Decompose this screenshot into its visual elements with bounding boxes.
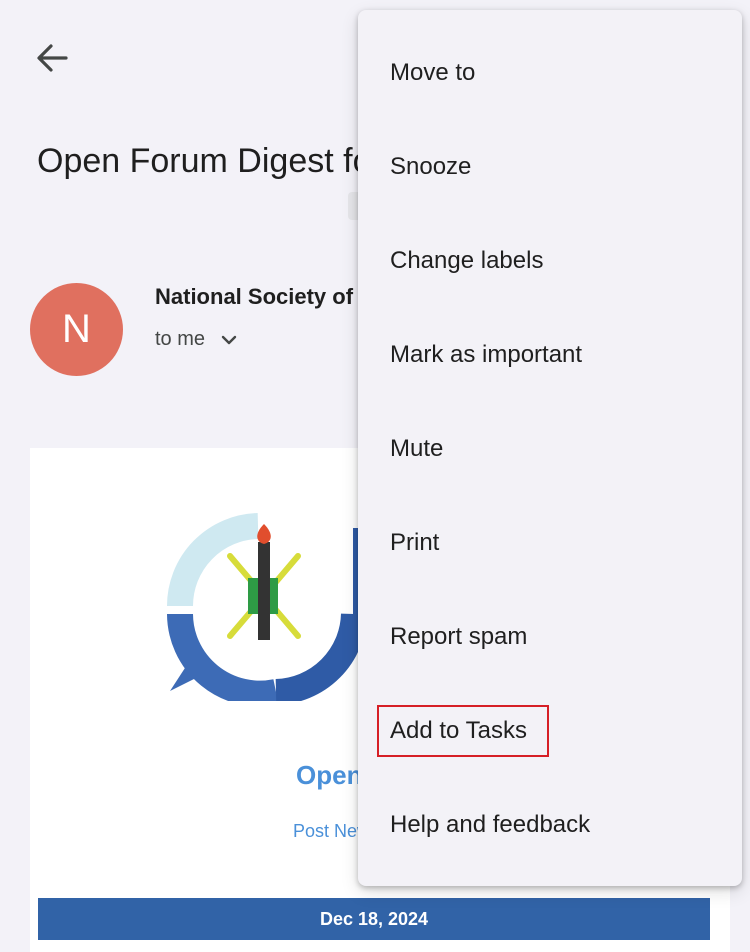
add-to-tasks-highlight	[377, 705, 549, 757]
menu-item-print[interactable]: Print	[358, 496, 742, 590]
menu-item-change-labels[interactable]: Change labels	[358, 214, 742, 308]
menu-item-report-spam[interactable]: Report spam	[358, 590, 742, 684]
nsbe-logo	[167, 513, 388, 701]
recipient-toggle[interactable]: to me	[155, 328, 239, 351]
arrow-left-icon	[37, 44, 68, 72]
menu-item-help-feedback[interactable]: Help and feedback	[358, 778, 742, 872]
chevron-down-icon	[221, 335, 237, 344]
recipient-label: to me	[155, 328, 206, 350]
menu-item-snooze[interactable]: Snooze	[358, 120, 742, 214]
menu-item-mute[interactable]: Mute	[358, 402, 742, 496]
date-banner: Dec 18, 2024	[38, 898, 710, 940]
back-button[interactable]	[30, 36, 74, 80]
sender-avatar[interactable]: N	[30, 283, 123, 376]
menu-item-mark-important[interactable]: Mark as important	[358, 308, 742, 402]
menu-item-move-to[interactable]: Move to	[358, 26, 742, 120]
email-view: Open Forum Digest for December 18, 2024 …	[0, 0, 750, 952]
